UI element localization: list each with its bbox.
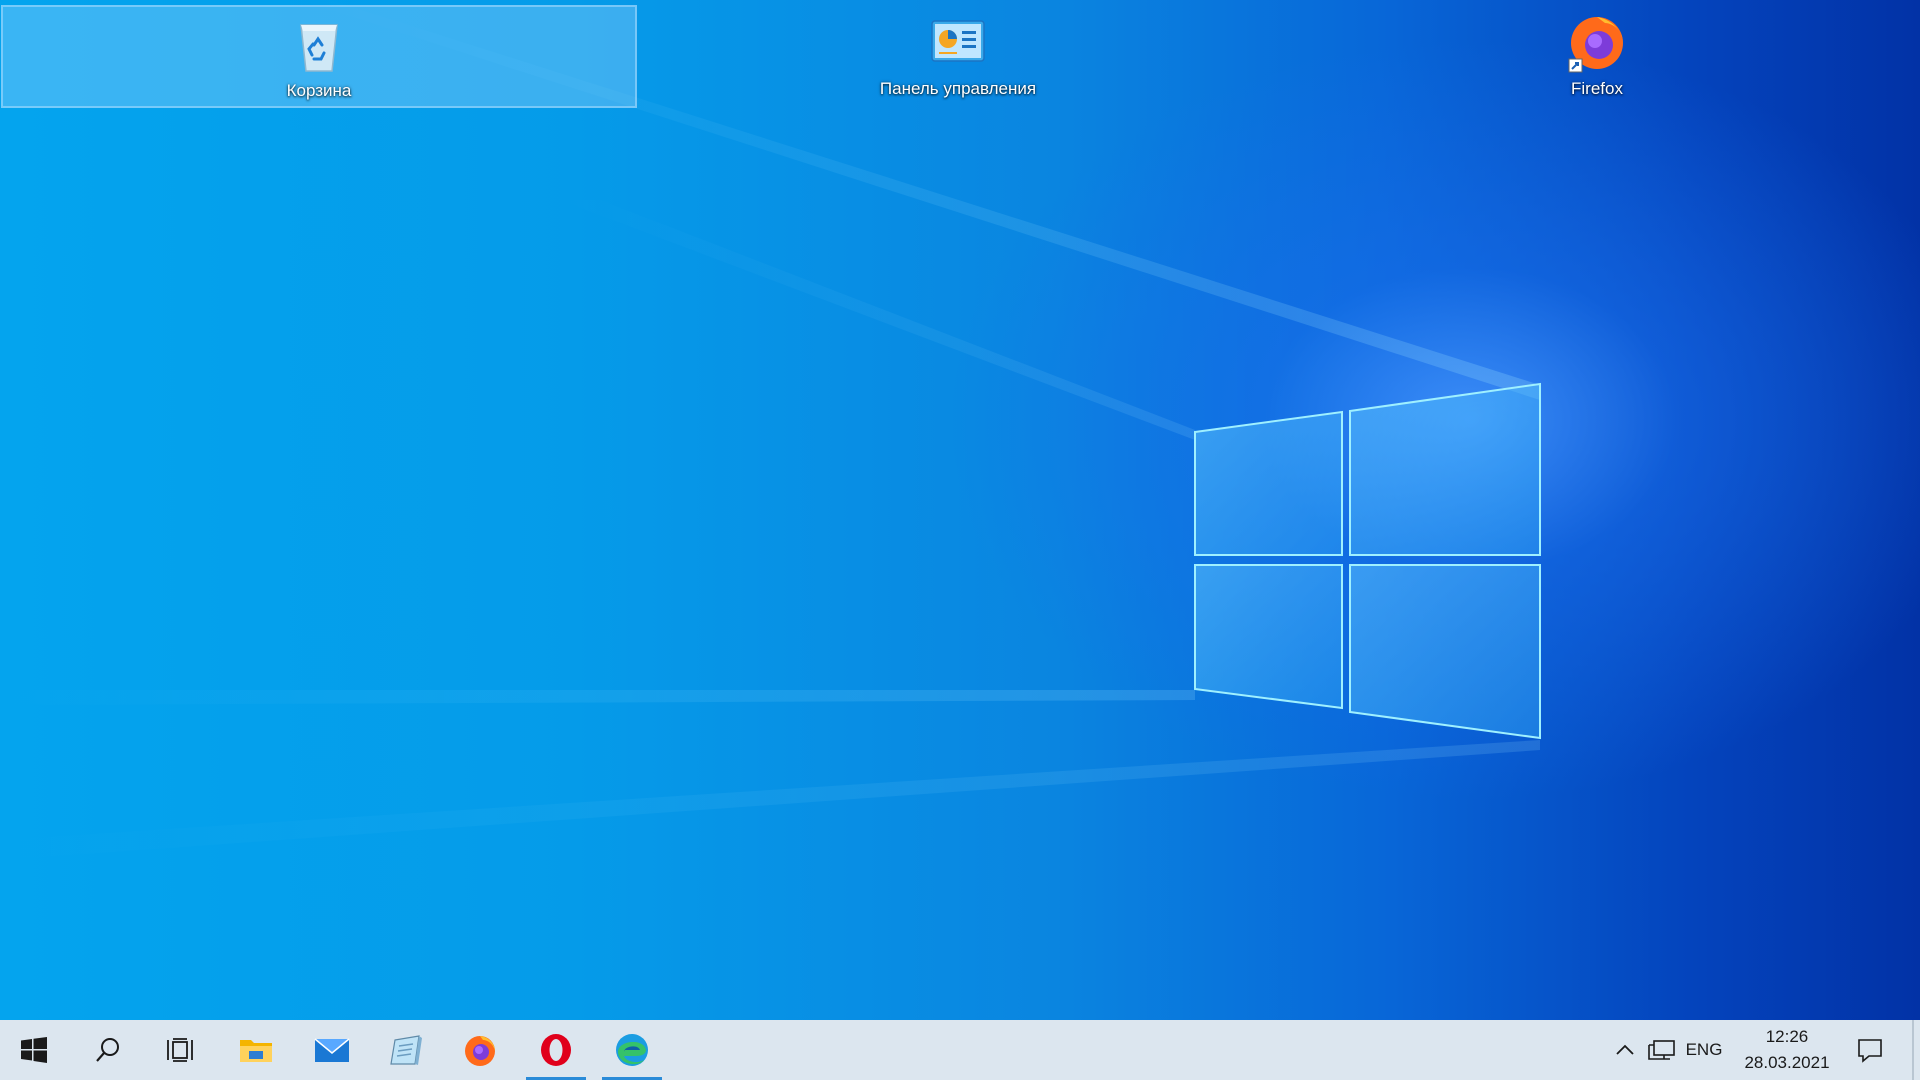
taskbar-notepad[interactable] — [376, 1020, 436, 1080]
taskbar-edge[interactable] — [602, 1020, 662, 1080]
wallpaper-light-beams — [0, 0, 1541, 860]
show-desktop-button[interactable] — [1912, 1020, 1914, 1080]
task-view-icon — [167, 1038, 193, 1062]
taskbar-firefox[interactable] — [450, 1020, 510, 1080]
edge-icon — [616, 1034, 648, 1066]
windows-logo-glass — [1194, 382, 1541, 740]
search-icon — [96, 1038, 119, 1062]
notification-icon — [1858, 1039, 1882, 1063]
desktop-icon-control-panel[interactable]: Панель управления — [640, 5, 1276, 108]
task-view-button[interactable] — [150, 1020, 210, 1080]
search-button[interactable] — [78, 1020, 138, 1080]
notepad-icon — [390, 1035, 422, 1065]
network-icon — [1648, 1040, 1675, 1060]
taskbar-mail[interactable] — [302, 1020, 362, 1080]
network-button[interactable] — [1645, 1020, 1679, 1080]
chevron-up-icon — [1616, 1044, 1634, 1055]
desktop-icon-recycle-bin[interactable]: Корзина — [1, 5, 637, 108]
clock-date: 28.03.2021 — [1744, 1053, 1830, 1072]
recycle-bin-icon — [300, 24, 338, 72]
desktop-icon-label: Firefox — [1571, 79, 1623, 98]
taskbar-opera[interactable] — [526, 1020, 586, 1080]
taskbar-file-explorer[interactable] — [226, 1020, 286, 1080]
folder-icon — [240, 1040, 272, 1062]
action-center-button[interactable] — [1850, 1020, 1890, 1080]
clock-time: 12:26 — [1765, 1027, 1809, 1046]
opera-icon — [541, 1034, 571, 1066]
start-button[interactable] — [4, 1020, 64, 1080]
control-panel-icon — [931, 20, 985, 62]
mail-icon — [314, 1038, 350, 1062]
input-language-indicator[interactable]: ENG — [1682, 1020, 1726, 1080]
firefox-icon — [1568, 17, 1623, 73]
firefox-icon — [465, 1036, 495, 1066]
desktop-icon-label: Панель управления — [879, 79, 1037, 98]
clock[interactable]: 12:26 28.03.2021 — [1725, 1020, 1849, 1080]
desktop[interactable]: Корзина Панель управления Firefox — [0, 0, 1920, 1020]
windows-logo-icon — [21, 1037, 47, 1063]
desktop-icon-label: Корзина — [286, 81, 352, 100]
desktop-icon-firefox[interactable]: Firefox — [1279, 5, 1915, 108]
taskbar: ENG 12:26 28.03.2021 — [0, 1020, 1920, 1080]
show-hidden-icons-button[interactable] — [1610, 1020, 1640, 1080]
